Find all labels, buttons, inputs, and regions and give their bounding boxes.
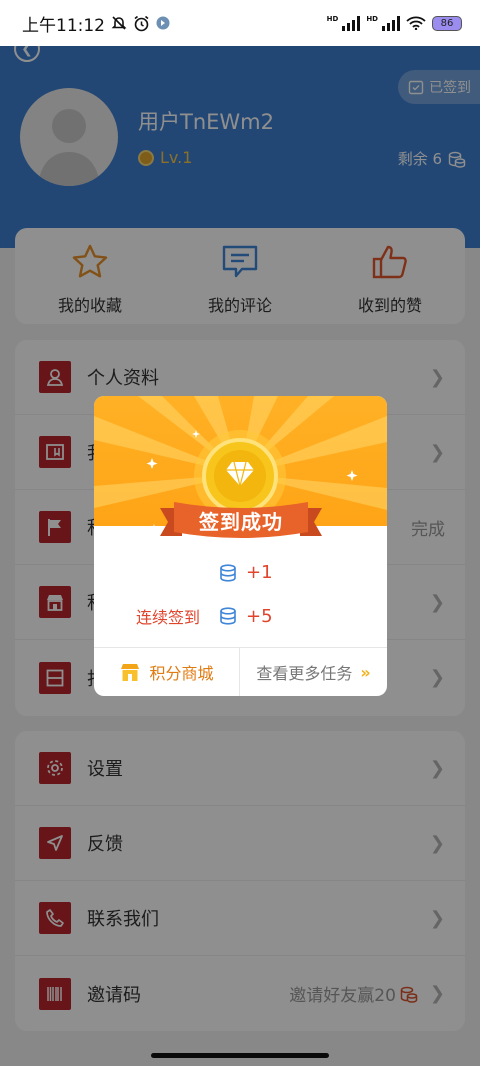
daily-reward-value: +1 — [246, 562, 273, 583]
daily-reward: +1 — [218, 562, 273, 583]
dialog-footer: 积分商城 查看更多任务 » — [94, 647, 387, 696]
app-notification-icon — [156, 16, 170, 30]
success-ribbon: 签到成功 — [160, 500, 322, 540]
status-time: 上午11:12 — [22, 15, 105, 36]
more-tasks-label: 查看更多任务 — [256, 664, 353, 683]
double-chevron-right-icon: » — [360, 662, 371, 682]
signal-icon-2 — [382, 15, 400, 31]
points-mall-label: 积分商城 — [149, 664, 214, 683]
bell-off-icon — [111, 16, 127, 30]
alarm-icon — [134, 15, 149, 31]
status-bar: 上午11:12 HD HD 86 — [0, 0, 480, 46]
points-mall-button[interactable]: 积分商城 — [94, 648, 240, 696]
battery-icon: 86 — [432, 15, 462, 31]
streak-reward: 连续签到 +5 — [136, 604, 273, 628]
checkin-success-dialog: 签到成功 +1 连续签到 +5 积分商城 查看更多任务 » — [94, 396, 387, 696]
wifi-icon — [406, 16, 426, 30]
streak-label: 连续签到 — [136, 608, 201, 627]
streak-reward-value: +5 — [246, 605, 273, 627]
signal-icon — [342, 15, 361, 31]
more-tasks-button[interactable]: 查看更多任务 » — [240, 648, 387, 696]
coins-icon — [220, 563, 236, 582]
shop-icon — [121, 664, 140, 681]
dialog-title: 签到成功 — [199, 509, 283, 534]
coins-icon — [220, 607, 236, 625]
